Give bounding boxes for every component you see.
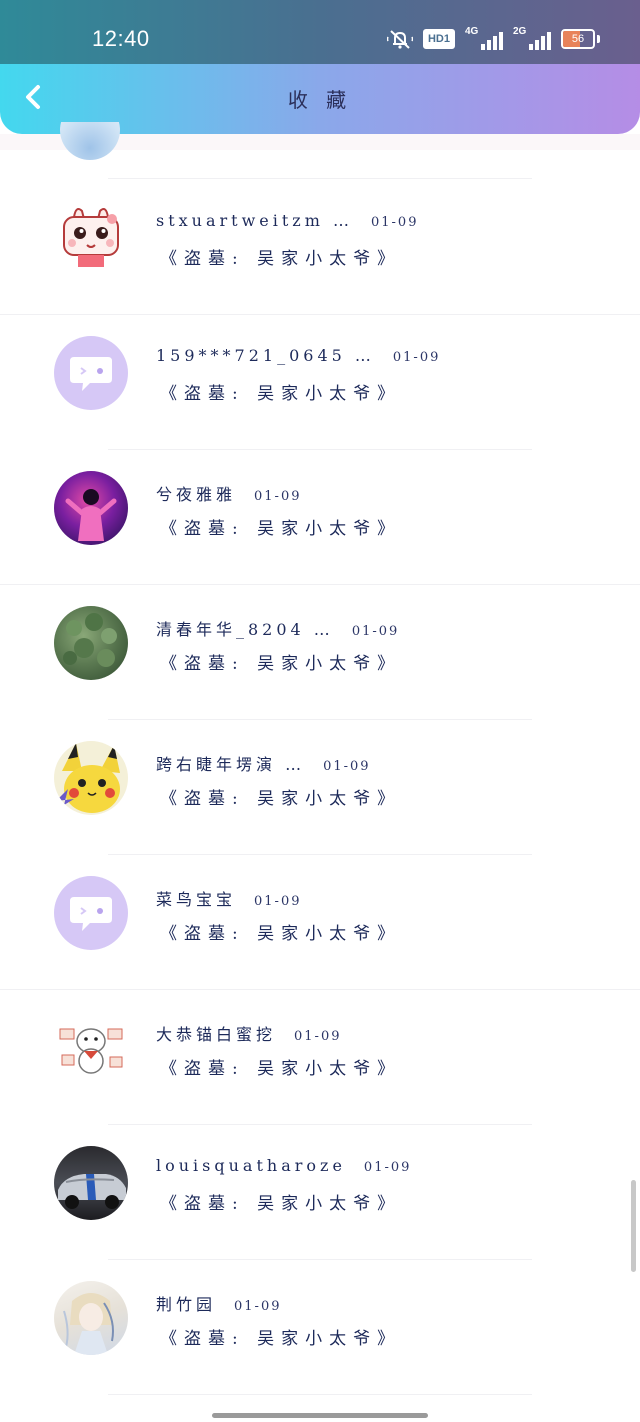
item-title: 《盗墓: 吴家小太爷》 <box>160 1194 402 1214</box>
item-title: 《盗墓: 吴家小太爷》 <box>160 654 402 674</box>
item-title: 《盗墓: 吴家小太爷》 <box>160 384 402 404</box>
user-name: 159***721_0645 … <box>156 346 375 365</box>
item-date: 01-09 <box>363 1160 412 1175</box>
status-time: 12:40 <box>92 26 150 51</box>
item-name-line: louisquatharoze 01-09 <box>156 1156 411 1175</box>
mute-bell-icon <box>386 30 413 49</box>
list-item[interactable]: 清春年华_8204 … 01-09 《盗墓: 吴家小太爷》 <box>0 584 640 720</box>
default-chat-bubble-avatar[interactable] <box>54 336 128 410</box>
user-name: stxuartweitzm … <box>156 211 353 230</box>
signal-2g-icon: 2G <box>513 26 551 50</box>
item-date: 01-09 <box>370 215 419 230</box>
plant-photo-avatar[interactable] <box>54 606 128 680</box>
battery-tip <box>597 35 600 43</box>
item-date: 01-09 <box>254 489 302 504</box>
item-name-line: 兮夜雅雅 01-09 <box>156 481 302 505</box>
list-item[interactable]: 大恭锚白蜜挖 01-09 《盗墓: 吴家小太爷》 <box>0 989 640 1125</box>
item-date: 01-09 <box>234 1299 282 1314</box>
item-date: 01-09 <box>392 350 441 365</box>
item-title: 《盗墓: 吴家小太爷》 <box>160 1059 402 1079</box>
user-name: 兮夜雅雅 <box>156 485 237 504</box>
battery-level: 56 <box>571 33 585 45</box>
item-date: 01-09 <box>294 1029 342 1044</box>
item-title: 《盗墓: 吴家小太爷》 <box>160 789 402 809</box>
network-type-2: 2G <box>513 26 527 37</box>
item-name-line: 大恭锚白蜜挖 01-09 <box>156 1021 342 1045</box>
list-item[interactable]: 跨右睫年塄演 … 01-09 《盗墓: 吴家小太爷》 <box>0 719 640 855</box>
user-name: 荆竹园 <box>156 1295 217 1314</box>
item-date: 01-09 <box>351 624 400 639</box>
network-type-1: 4G <box>465 26 479 37</box>
item-title: 《盗墓: 吴家小太爷》 <box>160 249 402 269</box>
list-item[interactable]: 菜鸟宝宝 01-09 《盗墓: 吴家小太爷》 <box>0 854 640 990</box>
item-name-line: 159***721_0645 … 01-09 <box>156 346 440 365</box>
cartoon-bunny-avatar[interactable] <box>54 201 128 275</box>
user-name: 清春年华_8204 … <box>156 620 334 639</box>
divider <box>108 1394 532 1395</box>
item-name-line: 清春年华_8204 … 01-09 <box>156 616 399 640</box>
item-date: 01-09 <box>323 759 371 774</box>
item-title: 《盗墓: 吴家小太爷》 <box>160 519 402 539</box>
scrollbar[interactable] <box>631 1180 636 1272</box>
user-name: louisquatharoze <box>156 1156 346 1175</box>
item-name-line: 跨右睫年塄演 … 01-09 <box>156 751 371 775</box>
singer-photo-avatar[interactable] <box>54 471 128 545</box>
item-name-line: 菜鸟宝宝 01-09 <box>156 886 302 910</box>
item-title: 《盗墓: 吴家小太爷》 <box>160 1329 402 1349</box>
hd-icon: HD1 <box>422 29 455 49</box>
home-indicator[interactable] <box>212 1413 428 1418</box>
signal-4g-icon: 4G <box>465 26 503 50</box>
user-name: 大恭锚白蜜挖 <box>156 1025 277 1044</box>
user-name: 跨右睫年塄演 … <box>156 755 306 774</box>
item-name-line: stxuartweitzm … 01-09 <box>156 211 418 230</box>
partial-avatar <box>60 122 120 160</box>
list-item[interactable]: 兮夜雅雅 01-09 《盗墓: 吴家小太爷》 <box>0 449 640 585</box>
anime-character-avatar[interactable] <box>54 1281 128 1355</box>
user-name: 菜鸟宝宝 <box>156 890 237 909</box>
car-photo-avatar[interactable] <box>54 1146 128 1220</box>
page-title: 收 藏 <box>287 88 353 112</box>
item-name-line: 荆竹园 01-09 <box>156 1291 282 1315</box>
default-chat-bubble-avatar[interactable] <box>54 876 128 950</box>
list-item[interactable]: louisquatharoze 01-09 《盗墓: 吴家小太爷》 <box>0 1124 640 1260</box>
battery-icon: 56 <box>561 29 595 49</box>
chat-bubble-icon <box>70 897 112 931</box>
status-icons: HD1 4G 2G 56 <box>386 26 600 50</box>
list-item[interactable]: stxuartweitzm … 01-09 《盗墓: 吴家小太爷》 <box>0 179 640 315</box>
list-item[interactable]: 荆竹园 01-09 《盗墓: 吴家小太爷》 <box>0 1259 640 1395</box>
chat-bubble-icon <box>70 357 112 391</box>
list-item[interactable]: 159***721_0645 … 01-09 《盗墓: 吴家小太爷》 <box>0 314 640 450</box>
item-date: 01-09 <box>254 894 302 909</box>
item-title: 《盗墓: 吴家小太爷》 <box>160 924 402 944</box>
pikachu-avatar[interactable] <box>54 741 128 815</box>
cartoon-dog-avatar[interactable] <box>54 1011 128 1085</box>
